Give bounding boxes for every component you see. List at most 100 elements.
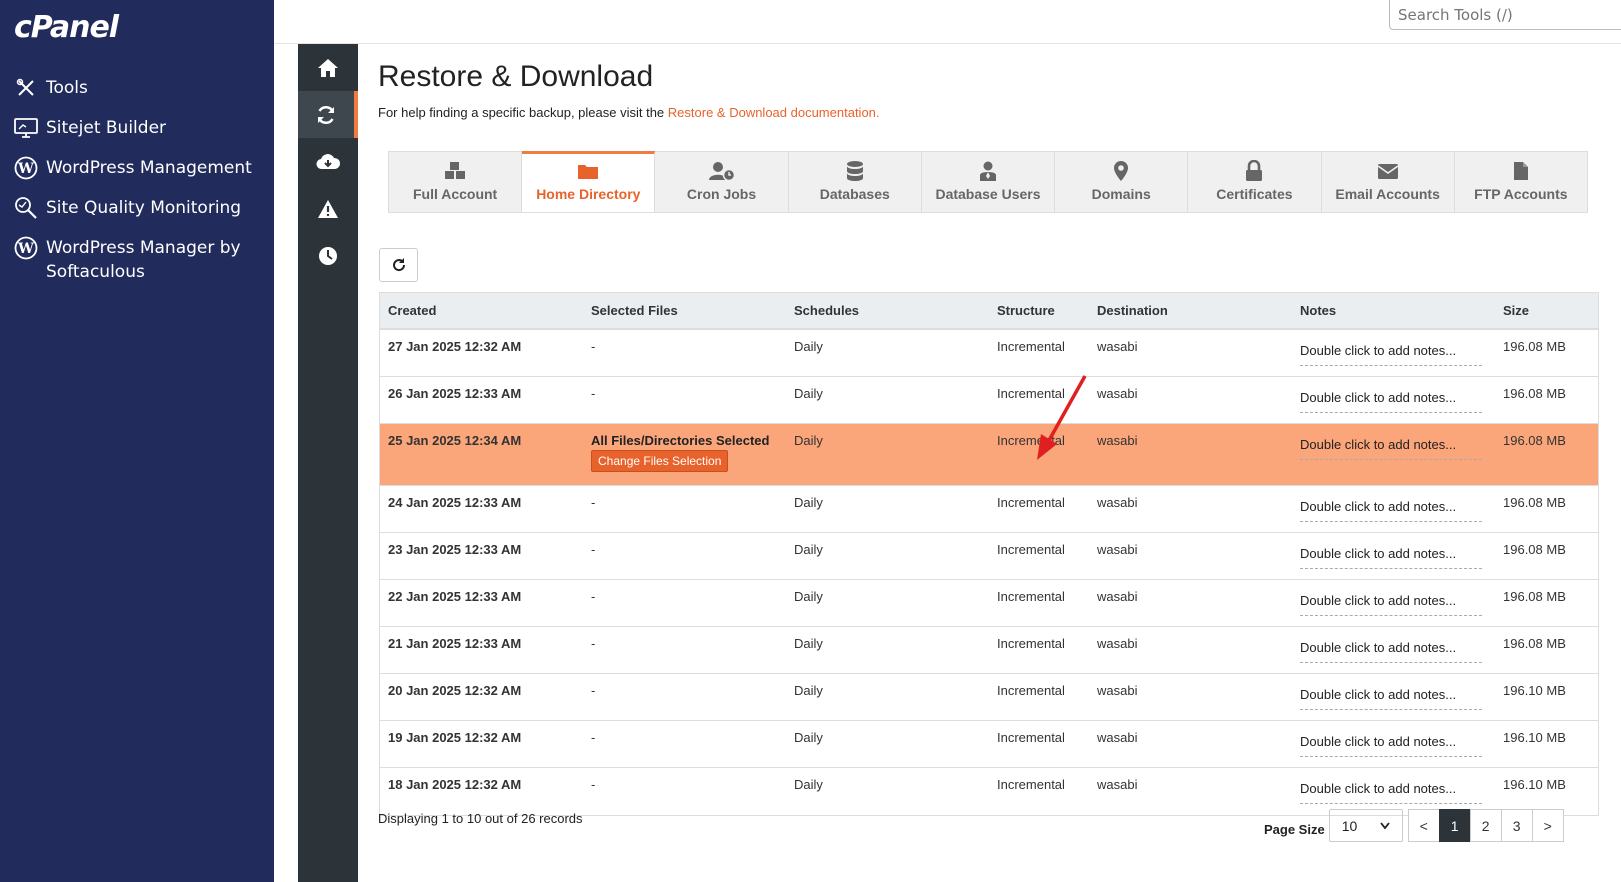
sidebar: cPanel Tools Sitejet Builder W WordPress… — [0, 0, 274, 882]
table-row[interactable]: 18 Jan 2025 12:32 AM - Daily Incremental was… — [380, 768, 1598, 815]
table-row[interactable]: 24 Jan 2025 12:33 AM - Daily Incremental was… — [380, 486, 1598, 533]
next-page-button[interactable]: > — [1531, 809, 1564, 842]
wordpress-icon: W — [12, 234, 40, 262]
table-row[interactable]: 23 Jan 2025 12:33 AM - Daily Incremental was… — [380, 533, 1598, 580]
rail-history-button[interactable] — [298, 232, 358, 279]
table-body: 27 Jan 2025 12:32 AM - Daily Incremental was… — [380, 330, 1598, 815]
sidebar-item-sitejet-builder[interactable]: Sitejet Builder — [0, 114, 274, 154]
table-row[interactable]: 26 Jan 2025 12:33 AM - Daily Incremental was… — [380, 377, 1598, 424]
sidebar-item-label: Tools — [46, 78, 88, 98]
search-tools-input[interactable] — [1389, 0, 1621, 30]
notes-field[interactable]: Double click to add notes... — [1300, 781, 1482, 804]
cubes-icon — [444, 159, 466, 183]
notes-field[interactable]: Double click to add notes... — [1300, 343, 1482, 366]
page-title: Restore & Download — [378, 60, 654, 93]
notes-field[interactable]: Double click to add notes... — [1300, 390, 1482, 413]
selected-files-cell: - — [591, 339, 596, 354]
cpanel-logo[interactable]: cPanel — [14, 10, 119, 45]
column-header-notes[interactable]: Notes — [1292, 303, 1495, 318]
tab-label: Database Users — [935, 186, 1041, 202]
column-header-selected-files[interactable]: Selected Files — [583, 303, 786, 318]
change-files-selection-button[interactable]: Change Files Selection — [591, 450, 729, 472]
tab-home-directory[interactable]: Home Directory — [522, 151, 656, 212]
structure-cell: Incremental — [997, 433, 1065, 448]
created-cell: 18 Jan 2025 12:32 AM — [388, 777, 522, 792]
help-text-prefix: For help finding a specific backup, plea… — [378, 105, 668, 120]
tab-ftp-accounts[interactable]: FTP Accounts — [1455, 152, 1587, 212]
structure-cell: Incremental — [997, 386, 1065, 401]
column-header-schedules[interactable]: Schedules — [786, 303, 989, 318]
documentation-link[interactable]: Restore & Download documentation. — [668, 105, 880, 120]
rail-home-button[interactable] — [298, 44, 358, 91]
size-cell: 196.08 MB — [1503, 589, 1566, 604]
structure-cell: Incremental — [997, 683, 1065, 698]
chevron-down-icon — [1380, 821, 1390, 829]
selected-files-cell: - — [591, 589, 596, 604]
page-2-button[interactable]: 2 — [1469, 809, 1502, 842]
table-row[interactable]: 27 Jan 2025 12:32 AM - Daily Incremental was… — [380, 330, 1598, 377]
tab-domains[interactable]: Domains — [1055, 152, 1189, 212]
sidebar-item-site-quality-monitoring[interactable]: Site Quality Monitoring — [0, 194, 274, 234]
tab-database-users[interactable]: Database Users — [922, 152, 1056, 212]
selected-files-cell: - — [591, 542, 596, 557]
page-1-button[interactable]: 1 — [1438, 809, 1471, 842]
schedule-cell: Daily — [794, 777, 823, 792]
refresh-icon — [392, 258, 405, 272]
column-header-destination[interactable]: Destination — [1089, 303, 1292, 318]
rail-alert-button[interactable] — [298, 185, 358, 232]
column-header-size[interactable]: Size — [1495, 303, 1598, 318]
size-cell: 196.08 MB — [1503, 386, 1566, 401]
notes-field[interactable]: Double click to add notes... — [1300, 687, 1482, 710]
previous-page-button[interactable]: < — [1407, 809, 1440, 842]
main-content: Restore & Download For help finding a sp… — [358, 44, 1621, 882]
rail-download-button[interactable] — [298, 138, 358, 185]
users-icon — [978, 159, 998, 183]
sidebar-item-wordpress-management[interactable]: W WordPress Management — [0, 154, 274, 194]
table-row[interactable]: 20 Jan 2025 12:32 AM - Daily Incremental was… — [380, 674, 1598, 721]
page-3-button[interactable]: 3 — [1500, 809, 1533, 842]
notes-field[interactable]: Double click to add notes... — [1300, 593, 1482, 616]
destination-cell: wasabi — [1097, 683, 1138, 698]
svg-text:W: W — [17, 241, 34, 257]
icon-rail — [298, 44, 358, 882]
sidebar-item-wordpress-manager-softaculous[interactable]: W WordPress Manager by Softaculous — [0, 234, 274, 292]
tab-label: FTP Accounts — [1474, 186, 1568, 202]
pagination: Page Size 10 < 1 2 3 > — [1264, 809, 1564, 842]
magnifier-icon — [12, 194, 40, 222]
tab-email-accounts[interactable]: Email Accounts — [1322, 152, 1455, 212]
structure-cell: Incremental — [997, 730, 1065, 745]
created-cell: 22 Jan 2025 12:33 AM — [388, 589, 522, 604]
selected-files-cell: - — [591, 495, 596, 510]
notes-field[interactable]: Double click to add notes... — [1300, 437, 1482, 460]
table-row[interactable]: 21 Jan 2025 12:33 AM - Daily Incremental was… — [380, 627, 1598, 674]
lock-icon — [1245, 159, 1263, 183]
sidebar-item-tools[interactable]: Tools — [0, 74, 274, 114]
schedule-cell: Daily — [794, 433, 823, 448]
notes-field[interactable]: Double click to add notes... — [1300, 640, 1482, 663]
rail-restore-button[interactable] — [298, 91, 358, 138]
refresh-button[interactable] — [379, 248, 418, 282]
notes-field[interactable]: Double click to add notes... — [1300, 734, 1482, 757]
tab-certificates[interactable]: Certificates — [1188, 152, 1322, 212]
structure-cell: Incremental — [997, 542, 1065, 557]
table-row[interactable]: 22 Jan 2025 12:33 AM - Daily Incremental was… — [380, 580, 1598, 627]
selected-files-cell: - — [591, 386, 596, 401]
table-row[interactable]: 19 Jan 2025 12:32 AM - Daily Incremental was… — [380, 721, 1598, 768]
table-row[interactable]: 25 Jan 2025 12:34 AM All Files/Directorie… — [380, 424, 1598, 486]
selected-files-cell: - — [591, 777, 596, 792]
tab-full-account[interactable]: Full Account — [389, 152, 523, 212]
page-size-select[interactable]: 10 — [1328, 809, 1403, 842]
column-header-structure[interactable]: Structure — [989, 303, 1089, 318]
notes-cell: Double click to add notes... — [1292, 674, 1495, 720]
notes-cell: Double click to add notes... — [1292, 768, 1495, 815]
schedule-cell: Daily — [794, 339, 823, 354]
notes-cell: Double click to add notes... — [1292, 424, 1495, 485]
destination-cell: wasabi — [1097, 589, 1138, 604]
notes-cell: Double click to add notes... — [1292, 580, 1495, 626]
column-header-created[interactable]: Created — [380, 303, 583, 318]
tab-databases[interactable]: Databases — [789, 152, 922, 212]
notes-field[interactable]: Double click to add notes... — [1300, 499, 1482, 522]
sync-icon — [317, 105, 335, 124]
notes-field[interactable]: Double click to add notes... — [1300, 546, 1482, 569]
tab-cron-jobs[interactable]: Cron Jobs — [655, 152, 789, 212]
